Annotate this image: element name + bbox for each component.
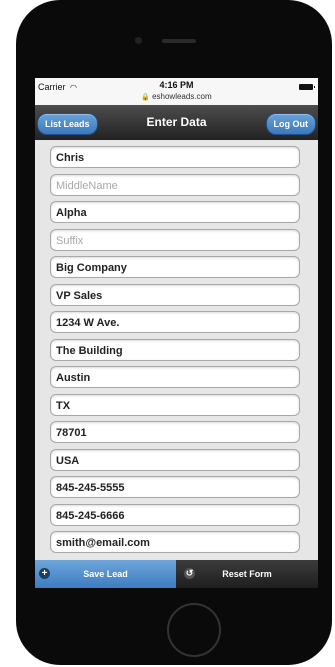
lock-icon: 🔒 (141, 94, 151, 101)
form-field[interactable]: 1234 W Ave. (50, 311, 300, 333)
screen: Carrier ◠ 4:16 PM 🔒 eshowleads.com List L… (35, 78, 318, 588)
form-field[interactable]: 78701 (50, 421, 300, 443)
camera-icon (135, 37, 142, 44)
form-field[interactable]: USA (50, 448, 300, 471)
form-field[interactable]: 845-245-5555 (50, 476, 300, 498)
form-field[interactable]: TX (50, 393, 300, 416)
form-field[interactable]: Chris (50, 146, 300, 168)
speaker-grille (162, 39, 196, 43)
status-time: 4:16 PM (159, 80, 194, 90)
url-bar[interactable]: 🔒 eshowleads.com (35, 92, 318, 101)
save-lead-button[interactable]: + Save Lead (35, 560, 176, 588)
log-out-button[interactable]: Log Out (265, 113, 316, 135)
top-navbar: List Leads Enter Data Log Out (35, 105, 318, 140)
url-text: eshowleads.com (152, 92, 212, 101)
form-field[interactable]: smith@email.com (50, 531, 300, 553)
home-button[interactable] (167, 603, 221, 657)
status-bar: Carrier ◠ 4:16 PM 🔒 eshowleads.com (35, 78, 318, 105)
form-field[interactable]: VP Sales (50, 283, 300, 306)
form-field[interactable]: Alpha (50, 201, 300, 223)
form-field[interactable]: Austin (50, 366, 300, 388)
footer-toolbar: + Save Lead ↺ Reset Form (35, 560, 318, 588)
lead-form: Chris MiddleName Alpha Suffix Big Company VP … (35, 140, 318, 560)
form-field[interactable]: The Building (50, 338, 300, 361)
battery-icon (299, 84, 315, 90)
form-field[interactable]: Big Company (50, 256, 300, 278)
reset-form-button[interactable]: ↺ Reset Form (176, 560, 318, 588)
form-field[interactable]: MiddleName (50, 173, 300, 196)
form-field[interactable]: Suffix (50, 228, 300, 251)
form-field[interactable]: 845-245-6666 (50, 503, 300, 526)
